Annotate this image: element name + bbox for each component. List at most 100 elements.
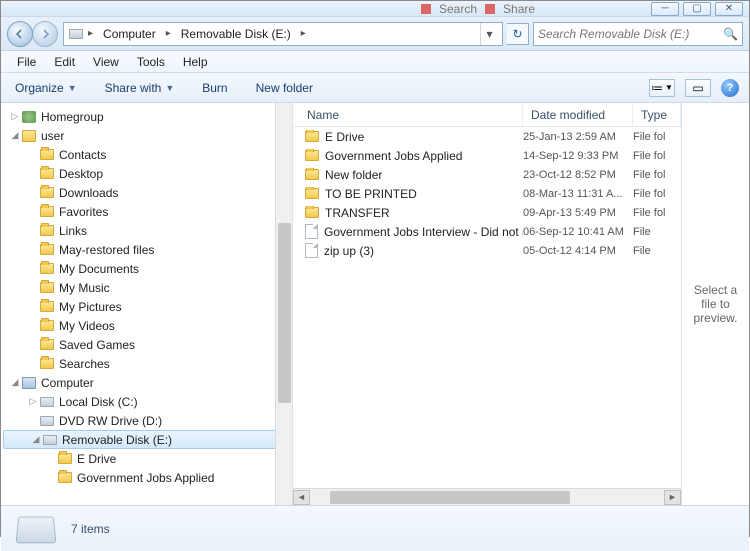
tree-item[interactable]: Searches	[1, 354, 292, 373]
search-icon[interactable]: 🔍	[723, 27, 738, 41]
scroll-left-button[interactable]: ◄	[293, 490, 310, 505]
folder-icon	[57, 470, 73, 486]
tree-item[interactable]: My Music	[1, 278, 292, 297]
file-type: File fol	[633, 150, 681, 162]
tree-item[interactable]: Saved Games	[1, 335, 292, 354]
tree-item-label: Links	[59, 224, 87, 238]
tree-item[interactable]: DVD RW Drive (D:)	[1, 411, 292, 430]
search-box[interactable]: 🔍	[533, 22, 743, 46]
folder-icon	[39, 223, 55, 239]
organize-button[interactable]: Organize▼	[11, 77, 81, 99]
tree-item[interactable]: Contacts	[1, 145, 292, 164]
chevron-right-icon[interactable]: ▸	[86, 28, 95, 39]
share-with-button[interactable]: Share with▼	[101, 77, 179, 99]
tree-item[interactable]: My Pictures	[1, 297, 292, 316]
tree-item-label: My Pictures	[59, 300, 122, 314]
tree-item[interactable]: ◢Removable Disk (E:)	[3, 430, 290, 449]
menu-file[interactable]: File	[9, 53, 44, 71]
folder-icon	[305, 150, 319, 161]
breadcrumb-segment[interactable]: Computer	[97, 23, 162, 45]
folder-icon	[305, 188, 319, 199]
tree-item[interactable]: ◢ user	[1, 126, 292, 145]
menu-tools[interactable]: Tools	[129, 53, 173, 71]
menu-help[interactable]: Help	[175, 53, 216, 71]
chevron-right-icon[interactable]: ▸	[299, 28, 308, 39]
back-button[interactable]	[7, 21, 33, 47]
tree-item-label: My Music	[59, 281, 110, 295]
forward-button[interactable]	[32, 21, 58, 47]
search-input[interactable]	[538, 27, 723, 41]
file-date: 08-Mar-13 11:31 A...	[523, 188, 633, 200]
tree-expander-icon[interactable]: ▷	[27, 396, 39, 407]
tree-item[interactable]: My Documents	[1, 259, 292, 278]
file-name: Government Jobs Applied	[325, 149, 462, 163]
tree-item[interactable]: ▷Homegroup	[1, 107, 292, 126]
tree-item-label: Local Disk (C:)	[59, 395, 138, 409]
scroll-right-button[interactable]: ►	[664, 490, 681, 505]
change-view-button[interactable]: ≔ ▼	[649, 79, 675, 97]
tree-item-label: Favorites	[59, 205, 108, 219]
burn-button[interactable]: Burn	[198, 77, 231, 99]
tree-expander-icon[interactable]: ◢	[9, 130, 21, 141]
tree-item[interactable]: Downloads	[1, 183, 292, 202]
help-button[interactable]: ?	[721, 79, 739, 97]
file-name: Government Jobs Interview - Did not atte…	[324, 225, 523, 239]
tree-scrollbar[interactable]	[275, 103, 292, 505]
breadcrumb-dropdown[interactable]: ▾	[480, 23, 498, 45]
caret-down-icon: ▼	[165, 83, 174, 93]
tree-item[interactable]: E Drive	[1, 449, 292, 468]
refresh-button[interactable]: ↻	[507, 23, 529, 45]
folder-icon	[39, 204, 55, 220]
tree-item[interactable]: ▷ Local Disk (C:)	[1, 392, 292, 411]
file-row[interactable]: TO BE PRINTED08-Mar-13 11:31 A...File fo…	[293, 184, 681, 203]
tree-item[interactable]: May-restored files	[1, 240, 292, 259]
status-item-count: 7 items	[71, 522, 110, 536]
taskbar-hint: Search	[439, 2, 477, 16]
file-type: File	[633, 226, 681, 238]
file-type: File fol	[633, 207, 681, 219]
file-list[interactable]: E Drive25-Jan-13 2:59 AMFile folGovernme…	[293, 127, 681, 488]
chevron-right-icon[interactable]: ▸	[164, 28, 173, 39]
column-header-name[interactable]: Name	[293, 103, 523, 126]
file-row[interactable]: Government Jobs Applied14-Sep-12 9:33 PM…	[293, 146, 681, 165]
tree-item[interactable]: Favorites	[1, 202, 292, 221]
file-row[interactable]: New folder23-Oct-12 8:52 PMFile fol	[293, 165, 681, 184]
column-header-type[interactable]: Type	[633, 103, 681, 126]
new-folder-button[interactable]: New folder	[252, 77, 317, 99]
file-name: New folder	[325, 168, 382, 182]
maximize-button[interactable]: ▢	[683, 2, 711, 16]
folder-icon	[39, 147, 55, 163]
taskbar-app-icon	[421, 4, 431, 14]
breadcrumb[interactable]: ▸ Computer ▸ Removable Disk (E:) ▸ ▾	[63, 22, 503, 46]
menu-view[interactable]: View	[85, 53, 127, 71]
tree-item[interactable]: ◢Computer	[1, 373, 292, 392]
tree-expander-icon[interactable]: ◢	[9, 377, 21, 388]
tree-item[interactable]: Desktop	[1, 164, 292, 183]
dvd-drive-icon	[39, 413, 55, 429]
tree-expander-icon[interactable]: ▷	[9, 111, 21, 122]
tree-item-label: user	[41, 129, 64, 143]
tree-item[interactable]: My Videos	[1, 316, 292, 335]
file-list-pane: Name Date modified Type E Drive25-Jan-13…	[293, 103, 681, 505]
file-row[interactable]: TRANSFER09-Apr-13 5:49 PMFile fol	[293, 203, 681, 222]
scrollbar-thumb[interactable]	[278, 223, 291, 403]
status-bar: 7 items	[1, 505, 749, 551]
file-row[interactable]: E Drive25-Jan-13 2:59 AMFile fol	[293, 127, 681, 146]
column-header-date[interactable]: Date modified	[523, 103, 633, 126]
file-row[interactable]: Government Jobs Interview - Did not atte…	[293, 222, 681, 241]
menu-edit[interactable]: Edit	[46, 53, 83, 71]
file-row[interactable]: zip up (3)05-Oct-12 4:14 PMFile	[293, 241, 681, 260]
scrollbar-thumb[interactable]	[330, 491, 570, 504]
tree-item[interactable]: Links	[1, 221, 292, 240]
tree-item-label: Government Jobs Applied	[77, 471, 214, 485]
preview-pane-button[interactable]: ▭	[685, 79, 711, 97]
breadcrumb-segment[interactable]: Removable Disk (E:)	[175, 23, 297, 45]
tree-expander-icon[interactable]: ◢	[30, 434, 42, 445]
tree-item-label: Contacts	[59, 148, 106, 162]
window-titlebar: Search Share ─ ▢ ✕	[1, 1, 749, 17]
tree-item[interactable]: Government Jobs Applied	[1, 468, 292, 487]
minimize-button[interactable]: ─	[651, 2, 679, 16]
folder-icon	[39, 166, 55, 182]
horizontal-scrollbar[interactable]: ◄ ►	[293, 488, 681, 505]
close-button[interactable]: ✕	[715, 2, 743, 16]
